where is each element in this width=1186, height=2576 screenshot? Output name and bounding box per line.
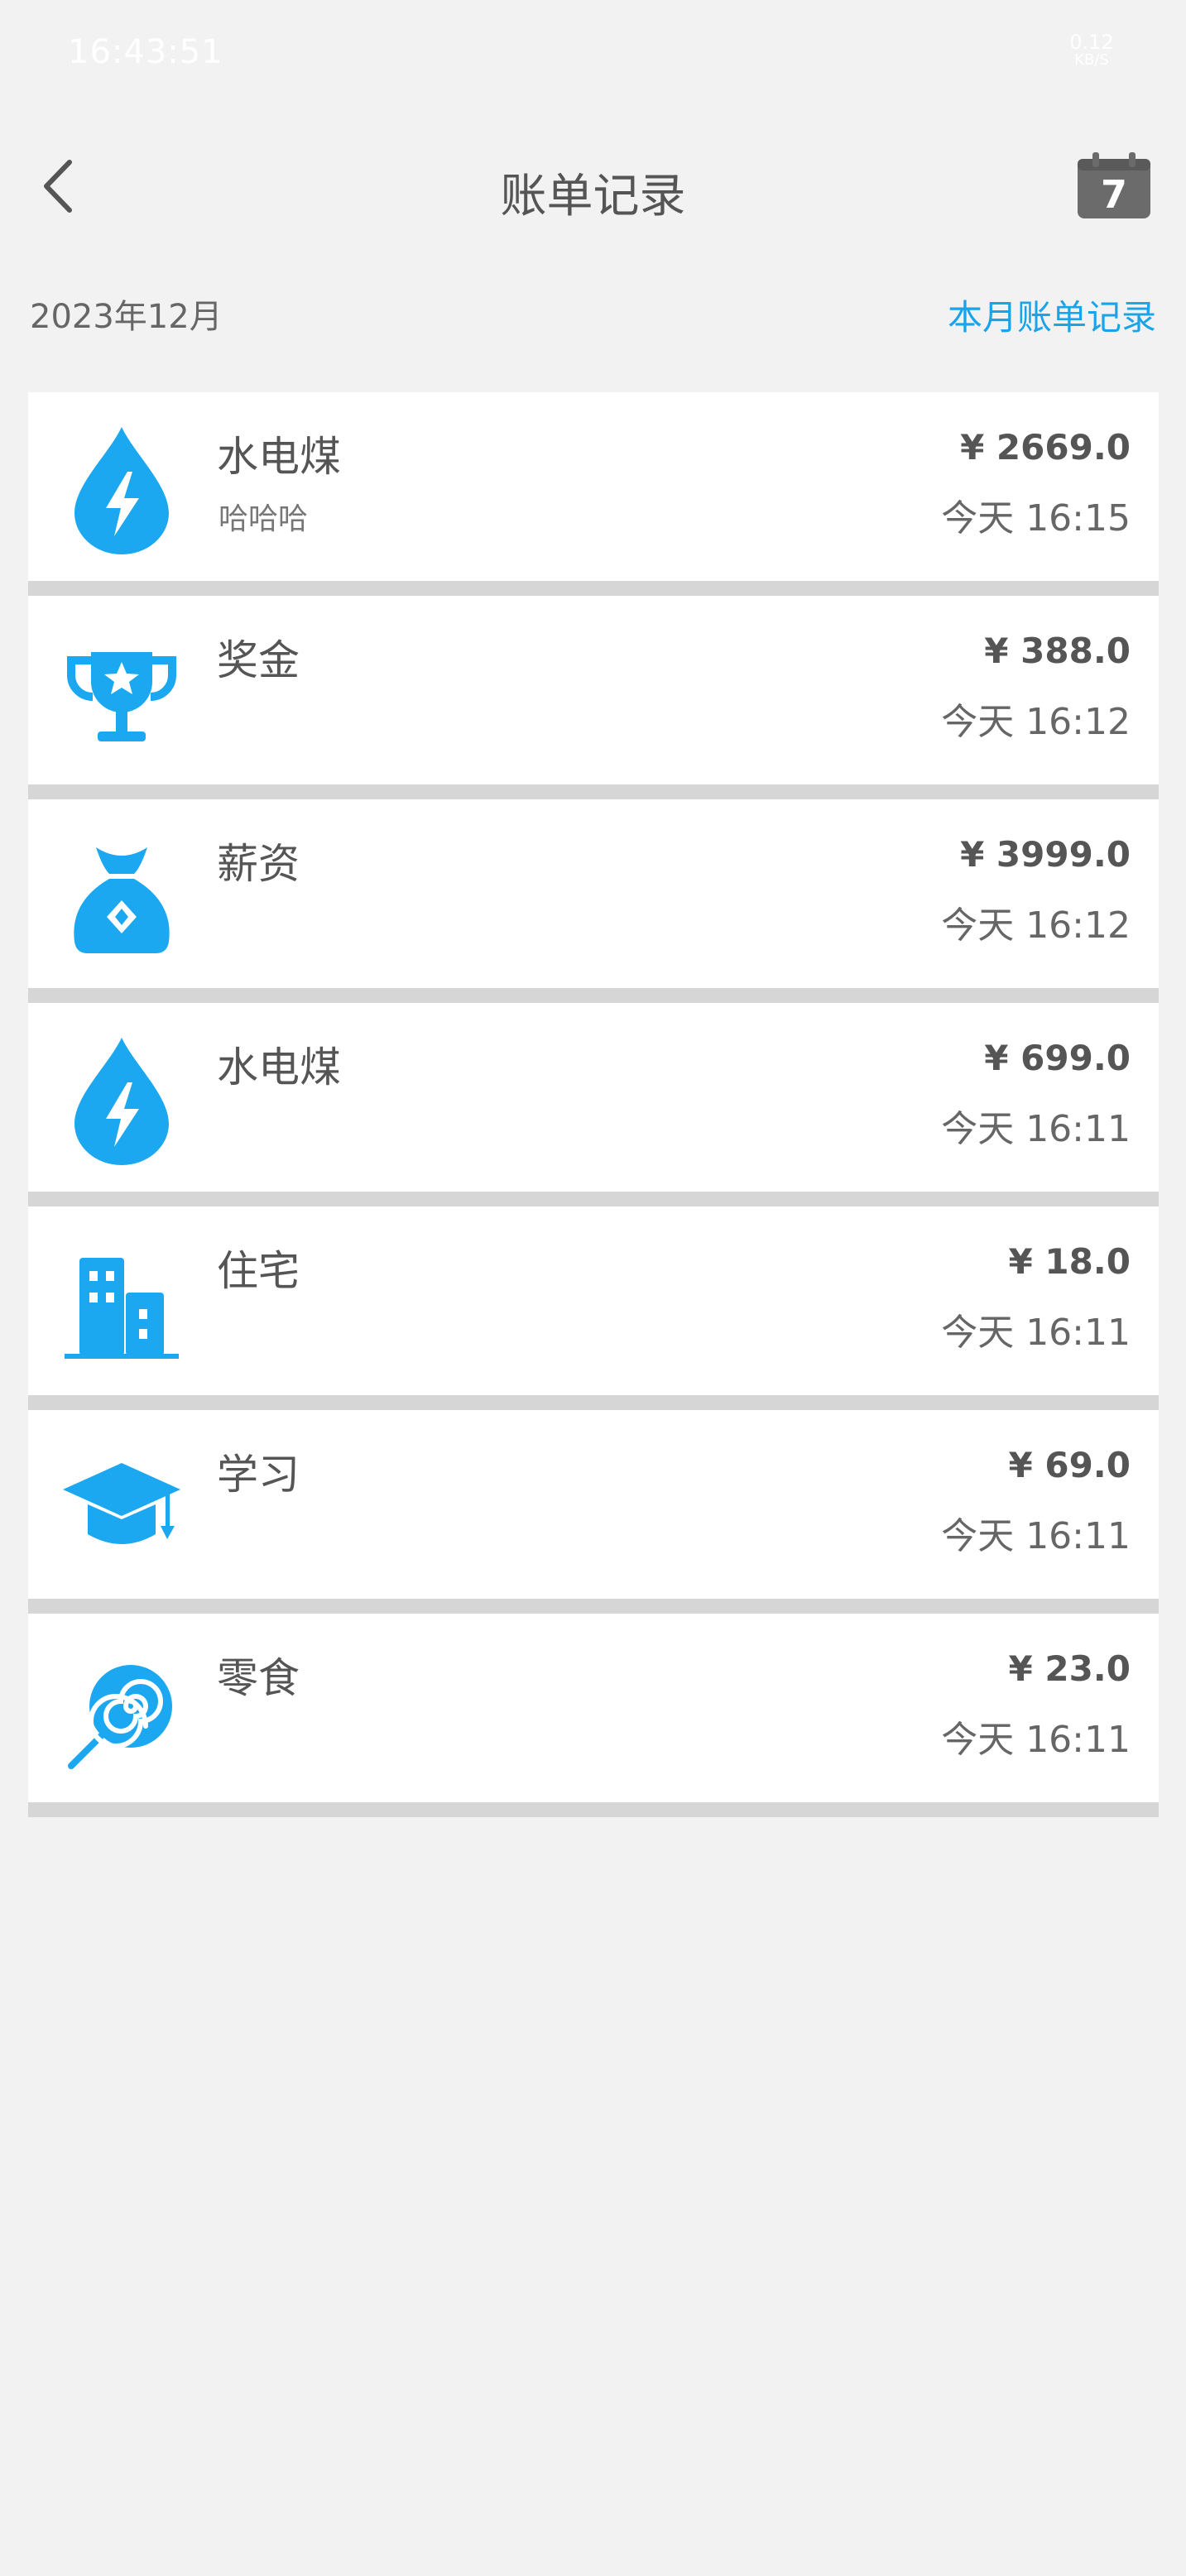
month-label: 2023年12月 bbox=[30, 298, 223, 336]
monthly-bill-link[interactable]: 本月账单记录 bbox=[948, 290, 1156, 340]
record-category: 水电煤 bbox=[217, 433, 341, 481]
record-category: 奖金 bbox=[217, 636, 300, 684]
utilities-icon bbox=[60, 1031, 184, 1167]
record-category: 学习 bbox=[217, 1451, 300, 1499]
money-bag-icon bbox=[60, 827, 184, 963]
record-time: 今天 16:15 bbox=[941, 497, 1131, 540]
trophy-icon bbox=[60, 624, 184, 760]
record-category: 住宅 bbox=[217, 1247, 300, 1295]
bill-record[interactable]: 薪资 ¥ 3999.0 今天 16:12 bbox=[28, 799, 1159, 1003]
calendar-button[interactable]: 7 bbox=[1076, 152, 1152, 220]
record-time: 今天 16:11 bbox=[941, 1312, 1131, 1354]
header: 账单记录 7 bbox=[0, 124, 1186, 248]
graduation-cap-icon bbox=[60, 1438, 184, 1574]
building-icon bbox=[60, 1235, 184, 1370]
calendar-day: 7 bbox=[1100, 172, 1127, 217]
record-time: 今天 16:11 bbox=[941, 1719, 1131, 1761]
record-amount: ¥ 388.0 bbox=[984, 631, 1131, 671]
record-amount: ¥ 18.0 bbox=[1008, 1241, 1131, 1282]
bill-record[interactable]: 水电煤 ¥ 699.0 今天 16:11 bbox=[28, 1003, 1159, 1206]
network-speed: 0.12 KB/S bbox=[1067, 31, 1116, 70]
record-amount: ¥ 699.0 bbox=[984, 1038, 1131, 1078]
record-time: 今天 16:12 bbox=[941, 904, 1131, 947]
bill-record-list: 水电煤 哈哈哈 ¥ 2669.0 今天 16:15 奖金 ¥ 388.0 今天 … bbox=[28, 392, 1159, 1817]
record-category: 零食 bbox=[217, 1654, 300, 1702]
bill-record[interactable]: 学习 ¥ 69.0 今天 16:11 bbox=[28, 1410, 1159, 1614]
bill-record[interactable]: 住宅 ¥ 18.0 今天 16:11 bbox=[28, 1206, 1159, 1410]
record-time: 今天 16:11 bbox=[941, 1108, 1131, 1150]
bill-record[interactable]: 零食 ¥ 23.0 今天 16:11 bbox=[28, 1614, 1159, 1817]
page-title: 账单记录 bbox=[500, 170, 686, 223]
record-amount: ¥ 69.0 bbox=[1008, 1445, 1131, 1485]
utilities-icon bbox=[60, 420, 184, 556]
record-time: 今天 16:12 bbox=[941, 701, 1131, 743]
bill-record[interactable]: 奖金 ¥ 388.0 今天 16:12 bbox=[28, 596, 1159, 799]
network-speed-value: 0.12 bbox=[1069, 31, 1114, 54]
record-category: 薪资 bbox=[217, 840, 300, 888]
bill-record[interactable]: 水电煤 哈哈哈 ¥ 2669.0 今天 16:15 bbox=[28, 392, 1159, 596]
record-category: 水电煤 bbox=[217, 1043, 341, 1091]
network-speed-unit: KB/S bbox=[1074, 51, 1109, 69]
record-time: 今天 16:11 bbox=[941, 1515, 1131, 1557]
record-note: 哈哈哈 bbox=[218, 502, 309, 536]
record-amount: ¥ 3999.0 bbox=[960, 834, 1131, 875]
lollipop-icon bbox=[60, 1642, 184, 1777]
record-amount: ¥ 23.0 bbox=[1008, 1648, 1131, 1689]
record-amount: ¥ 2669.0 bbox=[960, 427, 1131, 468]
status-time: 16:43:51 bbox=[68, 33, 223, 71]
status-bar: 16:43:51 0.12 KB/S bbox=[0, 0, 1186, 108]
